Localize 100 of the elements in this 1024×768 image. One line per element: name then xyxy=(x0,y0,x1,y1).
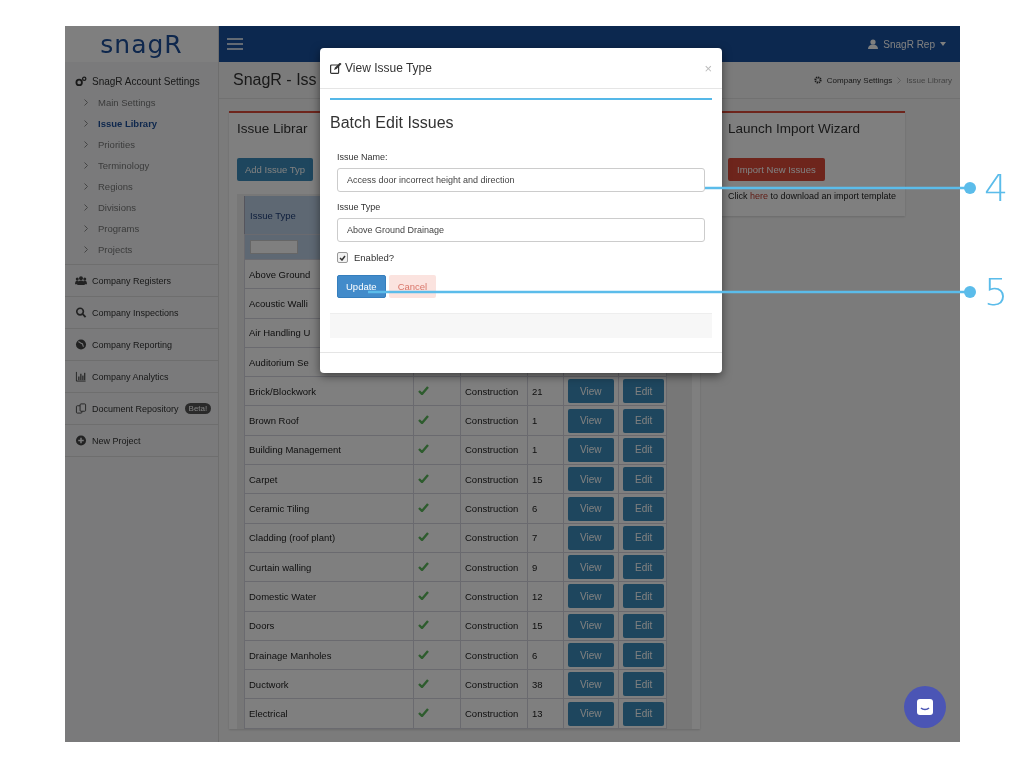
sidebar-item[interactable]: Terminology xyxy=(65,155,218,176)
chevron-icon xyxy=(897,76,902,84)
edit-button[interactable]: Edit xyxy=(623,437,665,462)
view-button[interactable]: View xyxy=(568,613,614,638)
snagr-logo: snagR xyxy=(65,26,218,62)
table-cell: Acoustic Walli xyxy=(249,297,308,309)
table-cell: 6 xyxy=(532,649,538,661)
edit-button[interactable]: Edit xyxy=(623,525,665,550)
view-button[interactable]: View xyxy=(568,379,614,404)
table-cell: Curtain walling xyxy=(249,561,312,573)
checkbox-label: Enabled? xyxy=(354,252,395,263)
sidebar-item[interactable]: Projects xyxy=(65,239,218,260)
breadcrumb-link[interactable]: Company Settings xyxy=(826,75,893,85)
input-field[interactable]: Access door incorrect height and direction xyxy=(337,168,705,192)
cancel-button[interactable]: Cancel xyxy=(388,275,437,298)
table-cell: Ceramic Tiling xyxy=(249,503,310,514)
download-link[interactable]: here xyxy=(750,191,769,201)
view-button[interactable]: View xyxy=(568,408,614,433)
search-icon xyxy=(75,307,87,318)
view-button[interactable]: View xyxy=(568,643,614,667)
close-button[interactable]: × xyxy=(704,60,712,76)
column-header[interactable]: Issue Type xyxy=(250,209,296,221)
table-cell: Construction xyxy=(465,590,519,602)
sidebar-item[interactable]: Document Repository xyxy=(92,403,179,414)
beta-badge: Beta! xyxy=(184,403,212,414)
panel-title: Launch Import Wizard xyxy=(728,121,861,136)
bar-chart-icon xyxy=(75,371,87,382)
table-cell: Air Handling U xyxy=(249,327,311,339)
table-cell: Electrical xyxy=(249,708,288,720)
table-cell: 12 xyxy=(532,590,543,602)
sidebar-item[interactable]: Company Reporting xyxy=(92,339,173,350)
chevron-icon xyxy=(84,141,88,148)
edit-button[interactable]: Edit xyxy=(623,467,665,492)
callout-number: 4 xyxy=(984,169,1009,207)
modal-title: View Issue Type xyxy=(345,61,432,75)
table-cell: Ductwork xyxy=(249,678,289,690)
menu-icon[interactable] xyxy=(227,38,243,50)
table-cell: Construction xyxy=(465,678,519,690)
table-cell: Doors xyxy=(249,620,275,632)
table-cell: 1 xyxy=(532,415,538,427)
chevron-icon xyxy=(84,204,88,211)
view-button[interactable]: View xyxy=(568,467,614,492)
sidebar-item[interactable]: Issue Library xyxy=(65,113,218,134)
field-label: Issue Type xyxy=(337,202,382,212)
table-cell: Building Management xyxy=(249,444,341,456)
table-cell: Construction xyxy=(465,532,519,544)
edit-button[interactable]: Edit xyxy=(623,555,665,580)
gears-icon xyxy=(75,75,87,87)
table-cell: 38 xyxy=(532,678,543,690)
panel-title: Issue Librar xyxy=(237,121,308,136)
view-button[interactable]: View xyxy=(568,672,614,697)
edit-button[interactable]: Edit xyxy=(623,408,665,433)
view-button[interactable]: View xyxy=(568,437,614,462)
enabled-checkbox[interactable] xyxy=(337,252,348,263)
sidebar-item[interactable]: Company Inspections xyxy=(92,307,179,318)
import-issues-button[interactable]: Import New Issues xyxy=(728,158,825,181)
user-menu[interactable]: SnagR Rep xyxy=(883,38,935,50)
table-cell: 9 xyxy=(532,561,538,573)
chevron-icon xyxy=(84,225,88,232)
caret-icon xyxy=(940,42,946,46)
edit-button[interactable]: Edit xyxy=(623,643,665,667)
sidebar-item[interactable]: New Project xyxy=(92,435,141,446)
view-button[interactable]: View xyxy=(568,555,614,580)
sidebar-item[interactable]: Programs xyxy=(65,218,218,239)
view-button[interactable]: View xyxy=(568,701,614,726)
sidebar-item[interactable]: Priorities xyxy=(65,134,218,155)
edit-button[interactable]: Edit xyxy=(623,613,665,638)
table-cell: 15 xyxy=(532,473,543,485)
view-button[interactable]: View xyxy=(568,525,614,550)
update-button[interactable]: Update xyxy=(337,275,386,298)
filter-field[interactable] xyxy=(250,240,298,254)
documents-icon xyxy=(75,403,87,414)
chat-icon xyxy=(916,698,934,716)
callout-number: 5 xyxy=(984,273,1009,311)
table-cell: Construction xyxy=(465,708,519,720)
user-icon xyxy=(868,39,879,49)
view-button[interactable]: View xyxy=(568,496,614,521)
edit-button[interactable]: Edit xyxy=(623,584,665,609)
table-cell: Domestic Water xyxy=(249,590,317,602)
edit-button[interactable]: Edit xyxy=(623,379,665,404)
sidebar-item[interactable]: Company Analytics xyxy=(92,371,169,382)
table-cell: Construction xyxy=(465,473,519,485)
edit-button[interactable]: Edit xyxy=(623,672,665,697)
sidebar-item[interactable]: Regions xyxy=(65,176,218,197)
sidebar-item[interactable]: Divisions xyxy=(65,197,218,218)
input-field[interactable]: Above Ground Drainage xyxy=(337,218,705,242)
edit-button[interactable]: Edit xyxy=(623,496,665,521)
sidebar-group-title[interactable]: SnagR Account Settings xyxy=(92,75,200,87)
table-cell: Construction xyxy=(465,385,519,397)
table-cell: Construction xyxy=(465,561,519,573)
table-cell: Construction xyxy=(465,649,519,661)
table-cell: Above Ground xyxy=(249,268,311,280)
view-button[interactable]: View xyxy=(568,584,614,609)
sidebar-item[interactable]: Main Settings xyxy=(65,92,218,113)
sidebar-item[interactable]: Company Registers xyxy=(92,275,172,286)
add-issue-type-button[interactable]: Add Issue Typ xyxy=(237,158,314,181)
chevron-icon xyxy=(84,162,88,169)
chevron-icon xyxy=(84,99,88,106)
field-label: Issue Name: xyxy=(337,152,389,162)
edit-button[interactable]: Edit xyxy=(623,701,665,726)
